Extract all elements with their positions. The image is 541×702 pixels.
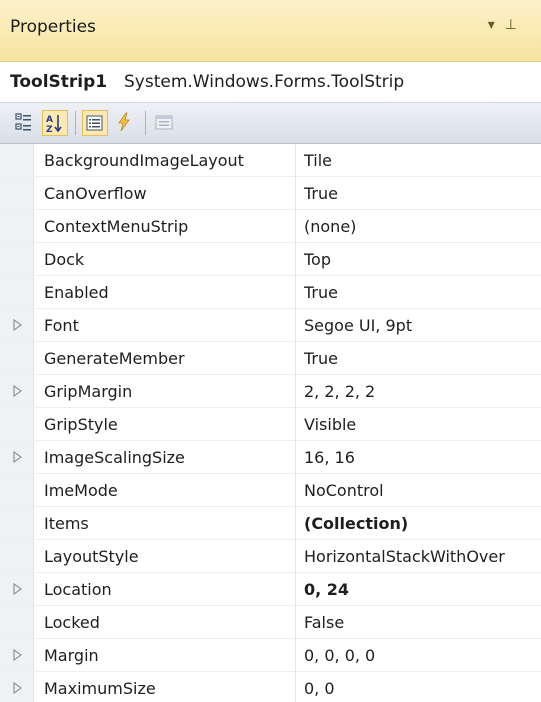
- svg-text:Z: Z: [46, 125, 53, 135]
- properties-title-bar: Properties ▾⊥: [0, 0, 541, 62]
- property-row[interactable]: ImageScalingSize 16, 16: [0, 441, 541, 474]
- property-row[interactable]: ImeMode NoControl: [0, 474, 541, 507]
- property-name: LayoutStyle: [44, 547, 139, 566]
- property-name: ImageScalingSize: [44, 448, 185, 467]
- property-name: Font: [44, 316, 79, 335]
- property-row[interactable]: GripStyle Visible: [0, 408, 541, 441]
- column-divider[interactable]: [295, 309, 296, 342]
- column-divider[interactable]: [295, 540, 296, 573]
- property-value[interactable]: Tile: [304, 151, 541, 170]
- expand-triangle-icon[interactable]: [11, 582, 23, 596]
- property-name: GripMargin: [44, 382, 133, 401]
- column-divider[interactable]: [295, 606, 296, 639]
- expand-triangle-icon[interactable]: [11, 318, 23, 332]
- property-value[interactable]: HorizontalStackWithOver: [304, 547, 541, 566]
- property-value[interactable]: True: [304, 184, 541, 203]
- property-value[interactable]: 16, 16: [304, 448, 541, 467]
- property-value[interactable]: Top: [304, 250, 541, 269]
- property-name: Items: [44, 514, 89, 533]
- categorized-icon: [15, 113, 31, 131]
- property-row[interactable]: Location 0, 24: [0, 573, 541, 606]
- column-divider[interactable]: [295, 276, 296, 309]
- column-divider[interactable]: [295, 474, 296, 507]
- object-selector[interactable]: ToolStrip1 System.Windows.Forms.ToolStri…: [0, 62, 541, 102]
- column-divider[interactable]: [295, 507, 296, 540]
- title-controls: ▾⊥: [488, 17, 527, 33]
- column-divider[interactable]: [295, 177, 296, 210]
- pin-icon[interactable]: ⊥: [505, 17, 527, 33]
- property-value[interactable]: False: [304, 613, 541, 632]
- property-value[interactable]: NoControl: [304, 481, 541, 500]
- object-type: System.Windows.Forms.ToolStrip: [124, 72, 405, 92]
- property-name: CanOverflow: [44, 184, 147, 203]
- svg-text:A: A: [46, 115, 53, 125]
- property-row[interactable]: LayoutStyle HorizontalStackWithOver: [0, 540, 541, 573]
- properties-button[interactable]: [82, 110, 108, 136]
- property-value[interactable]: Segoe UI, 9pt: [304, 316, 541, 335]
- property-row[interactable]: CanOverflow True: [0, 177, 541, 210]
- column-divider[interactable]: [295, 672, 296, 702]
- property-value[interactable]: Visible: [304, 415, 541, 434]
- property-pages-button[interactable]: [152, 110, 178, 136]
- events-icon: [118, 112, 130, 132]
- property-value[interactable]: 0, 0: [304, 679, 541, 698]
- property-name: Enabled: [44, 283, 109, 302]
- property-row[interactable]: MaximumSize 0, 0: [0, 672, 541, 702]
- property-name: Locked: [44, 613, 100, 632]
- alphabetical-button[interactable]: A Z: [42, 110, 68, 136]
- property-row[interactable]: Dock Top: [0, 243, 541, 276]
- property-name: Location: [44, 580, 112, 599]
- column-divider[interactable]: [295, 573, 296, 606]
- property-row[interactable]: Items (Collection): [0, 507, 541, 540]
- expand-triangle-icon[interactable]: [11, 648, 23, 662]
- property-value[interactable]: (Collection): [304, 514, 541, 533]
- alphabetical-icon: A Z: [46, 115, 62, 135]
- property-name: GenerateMember: [44, 349, 185, 368]
- column-divider[interactable]: [295, 408, 296, 441]
- property-name: MaximumSize: [44, 679, 156, 698]
- expand-triangle-icon[interactable]: [11, 384, 23, 398]
- property-row[interactable]: GenerateMember True: [0, 342, 541, 375]
- events-button[interactable]: [112, 110, 138, 136]
- column-divider[interactable]: [295, 375, 296, 408]
- toolbar-separator: [75, 111, 76, 135]
- property-row[interactable]: ContextMenuStrip (none): [0, 210, 541, 243]
- window-title: Properties: [10, 17, 96, 37]
- expand-triangle-icon[interactable]: [11, 681, 23, 695]
- property-name: GripStyle: [44, 415, 118, 434]
- property-grid: BackgroundImageLayout Tile CanOverflow True…: [0, 144, 541, 702]
- property-value[interactable]: True: [304, 349, 541, 368]
- property-value[interactable]: (none): [304, 217, 541, 236]
- property-name: Margin: [44, 646, 99, 665]
- property-value[interactable]: 0, 24: [304, 580, 541, 599]
- expand-triangle-icon[interactable]: [11, 450, 23, 464]
- properties-toolbar: A Z: [0, 102, 541, 144]
- property-value[interactable]: 0, 0, 0, 0: [304, 646, 541, 665]
- column-divider[interactable]: [295, 639, 296, 672]
- property-row[interactable]: BackgroundImageLayout Tile: [0, 144, 541, 177]
- column-divider[interactable]: [295, 210, 296, 243]
- property-row[interactable]: Enabled True: [0, 276, 541, 309]
- column-divider[interactable]: [295, 441, 296, 474]
- property-row[interactable]: Locked False: [0, 606, 541, 639]
- property-row[interactable]: Font Segoe UI, 9pt: [0, 309, 541, 342]
- property-name: ImeMode: [44, 481, 118, 500]
- property-pages-icon: [155, 115, 173, 130]
- property-name: BackgroundImageLayout: [44, 151, 244, 170]
- object-name: ToolStrip1: [10, 72, 108, 92]
- column-divider[interactable]: [295, 243, 296, 276]
- categorized-button[interactable]: [12, 110, 38, 136]
- dropdown-icon[interactable]: ▾: [488, 17, 505, 33]
- column-divider[interactable]: [295, 342, 296, 375]
- property-row[interactable]: Margin 0, 0, 0, 0: [0, 639, 541, 672]
- toolbar-separator: [145, 111, 146, 135]
- property-value[interactable]: 2, 2, 2, 2: [304, 382, 541, 401]
- properties-icon: [86, 115, 103, 131]
- property-row[interactable]: GripMargin 2, 2, 2, 2: [0, 375, 541, 408]
- property-value[interactable]: True: [304, 283, 541, 302]
- column-divider[interactable]: [295, 144, 296, 177]
- property-name: Dock: [44, 250, 85, 269]
- property-name: ContextMenuStrip: [44, 217, 189, 236]
